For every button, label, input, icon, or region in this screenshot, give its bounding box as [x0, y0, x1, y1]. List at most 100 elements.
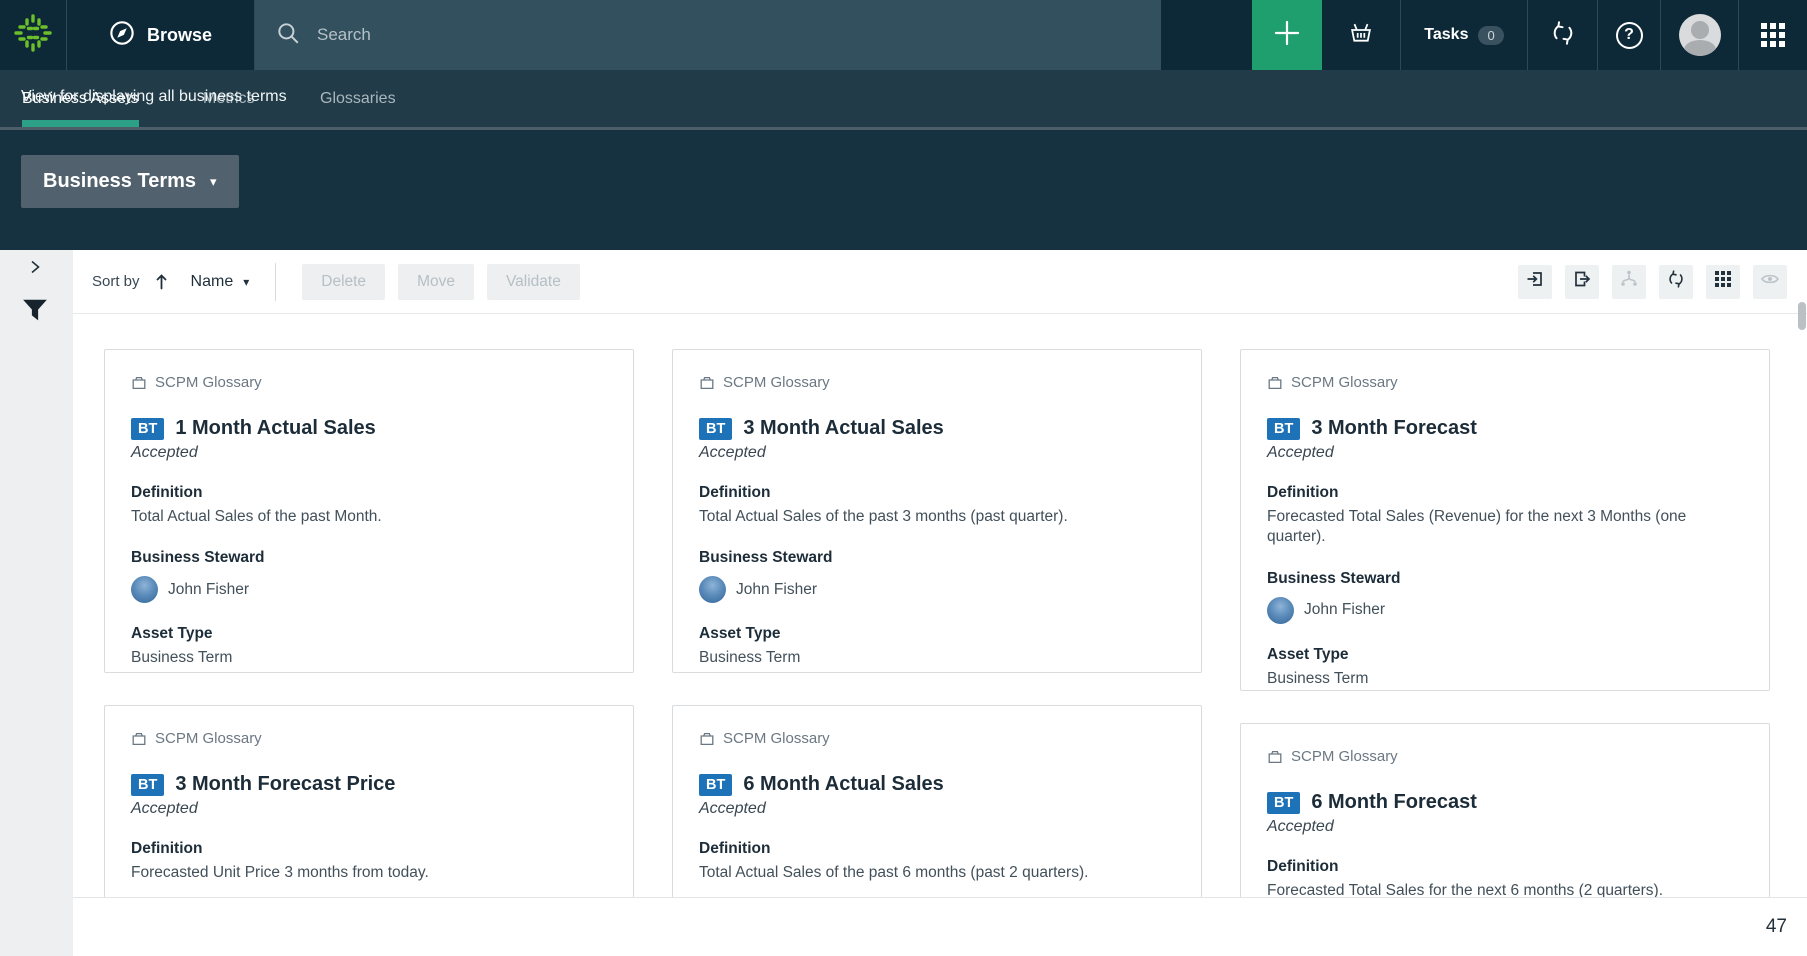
sort-ascending-icon[interactable]: [154, 274, 169, 290]
steward-name[interactable]: John Fisher: [736, 581, 817, 599]
asset-title[interactable]: 3 Month Forecast Price: [175, 773, 395, 796]
user-avatar: [1679, 14, 1721, 56]
tasks-button[interactable]: Tasks 0: [1400, 0, 1527, 70]
eye-icon: [1760, 269, 1780, 294]
refresh-icon: [1666, 269, 1686, 294]
view-title: Business Terms: [43, 170, 196, 193]
toolbar-divider: [275, 263, 276, 301]
definition-label: Definition: [131, 840, 607, 858]
asset-type-value: Business Term: [699, 648, 1175, 668]
topbar-spacer: [1161, 0, 1252, 70]
refresh-button[interactable]: [1659, 265, 1693, 299]
delete-button[interactable]: Delete: [302, 264, 385, 300]
glossary-label: SCPM Glossary: [723, 374, 830, 391]
glossary-icon: [1267, 749, 1283, 765]
definition-text: Total Actual Sales of the past 6 months …: [699, 863, 1175, 883]
asset-card[interactable]: SCPM Glossary BT 3 Month Forecast Price …: [104, 705, 634, 897]
asset-card[interactable]: SCPM Glossary BT 1 Month Actual Sales Ac…: [104, 349, 634, 673]
asset-type-badge: BT: [1267, 792, 1300, 814]
definition-label: Definition: [1267, 858, 1743, 876]
steward-label: Business Steward: [1267, 570, 1743, 588]
status-text: Accepted: [131, 800, 607, 818]
tab-glossaries[interactable]: Glossaries: [320, 70, 396, 127]
asset-title[interactable]: 1 Month Actual Sales: [175, 417, 375, 440]
steward-name[interactable]: John Fisher: [1304, 601, 1385, 619]
total-results-count: 47: [1766, 916, 1787, 938]
asset-title[interactable]: 3 Month Actual Sales: [743, 417, 943, 440]
global-search-bar[interactable]: [255, 0, 1161, 70]
tile-view-button[interactable]: [1706, 265, 1740, 299]
view-header: Business Terms ▾ View for displaying all…: [0, 130, 1807, 250]
asset-card[interactable]: SCPM Glossary BT 6 Month Forecast Accept…: [1240, 723, 1770, 897]
status-text: Accepted: [131, 444, 607, 462]
vertical-scrollbar[interactable]: [1798, 302, 1806, 330]
steward-label: Business Steward: [699, 549, 1175, 567]
user-profile-button[interactable]: [1660, 0, 1738, 70]
sort-field-dropdown[interactable]: Name ▾: [191, 273, 250, 291]
asset-title[interactable]: 3 Month Forecast: [1311, 417, 1477, 440]
search-input[interactable]: [317, 25, 1097, 45]
glossary-icon: [699, 731, 715, 747]
asset-card[interactable]: SCPM Glossary BT 3 Month Actual Sales Ac…: [672, 349, 1202, 673]
glossary-breadcrumb[interactable]: SCPM Glossary: [131, 374, 607, 391]
asset-type-badge: BT: [1267, 418, 1300, 440]
question-mark-icon: ?: [1616, 22, 1643, 49]
plus-icon: [1272, 18, 1302, 53]
steward-name[interactable]: John Fisher: [168, 581, 249, 599]
preview-button[interactable]: [1753, 265, 1787, 299]
card-column: SCPM Glossary BT 3 Month Actual Sales Ac…: [672, 349, 1202, 897]
export-icon: [1572, 269, 1592, 294]
tile-grid-icon: [1714, 270, 1732, 293]
asset-type-label: Asset Type: [131, 625, 607, 643]
definition-text: Forecasted Unit Price 3 months from toda…: [131, 863, 607, 883]
definition-label: Definition: [699, 840, 1175, 858]
apps-menu-button[interactable]: [1738, 0, 1807, 70]
definition-label: Definition: [699, 484, 1175, 502]
definition-text: Total Actual Sales of the past 3 months …: [699, 507, 1175, 527]
glossary-icon: [699, 375, 715, 391]
asset-type-value: Business Term: [1267, 669, 1743, 689]
sort-by-label: Sort by: [92, 273, 140, 290]
import-icon: [1525, 269, 1545, 294]
asset-type-label: Asset Type: [1267, 646, 1743, 664]
filter-icon[interactable]: [20, 296, 50, 331]
caret-down-icon: ▾: [243, 275, 249, 289]
collibra-logo-icon: [12, 12, 54, 59]
definition-label: Definition: [1267, 484, 1743, 502]
hierarchy-view-button[interactable]: [1612, 265, 1646, 299]
data-basket-button[interactable]: [1322, 0, 1400, 70]
glossary-label: SCPM Glossary: [723, 730, 830, 747]
steward-avatar: [1267, 597, 1294, 624]
asset-title[interactable]: 6 Month Actual Sales: [743, 773, 943, 796]
glossary-breadcrumb[interactable]: SCPM Glossary: [131, 730, 607, 747]
asset-type-badge: BT: [699, 418, 732, 440]
app-logo[interactable]: [0, 0, 67, 70]
import-button[interactable]: [1518, 265, 1552, 299]
asset-type-badge: BT: [131, 774, 164, 796]
definition-text: Forecasted Total Sales for the next 6 mo…: [1267, 881, 1743, 897]
apps-grid-icon: [1761, 23, 1785, 47]
glossary-breadcrumb[interactable]: SCPM Glossary: [1267, 374, 1743, 391]
add-asset-button[interactable]: [1252, 0, 1322, 70]
move-button[interactable]: Move: [398, 264, 474, 300]
sync-status-button[interactable]: [1527, 0, 1597, 70]
glossary-label: SCPM Glossary: [1291, 374, 1398, 391]
search-icon: [275, 20, 301, 51]
glossary-breadcrumb[interactable]: SCPM Glossary: [699, 730, 1175, 747]
expand-sidebar-button[interactable]: [26, 258, 44, 281]
glossary-breadcrumb[interactable]: SCPM Glossary: [1267, 748, 1743, 765]
asset-title[interactable]: 6 Month Forecast: [1311, 791, 1477, 814]
validate-button[interactable]: Validate: [487, 264, 580, 300]
view-selector-button[interactable]: Business Terms ▾: [21, 155, 239, 208]
glossary-breadcrumb[interactable]: SCPM Glossary: [699, 374, 1175, 391]
help-button[interactable]: ?: [1597, 0, 1660, 70]
asset-card[interactable]: SCPM Glossary BT 6 Month Actual Sales Ac…: [672, 705, 1202, 897]
asset-card[interactable]: SCPM Glossary BT 3 Month Forecast Accept…: [1240, 349, 1770, 691]
status-text: Accepted: [1267, 444, 1743, 462]
glossary-icon: [1267, 375, 1283, 391]
glossary-label: SCPM Glossary: [155, 374, 262, 391]
export-button[interactable]: [1565, 265, 1599, 299]
view-subtitle: View for displaying all business terms: [21, 88, 287, 106]
glossary-icon: [131, 731, 147, 747]
browse-menu-button[interactable]: Browse: [67, 0, 255, 70]
